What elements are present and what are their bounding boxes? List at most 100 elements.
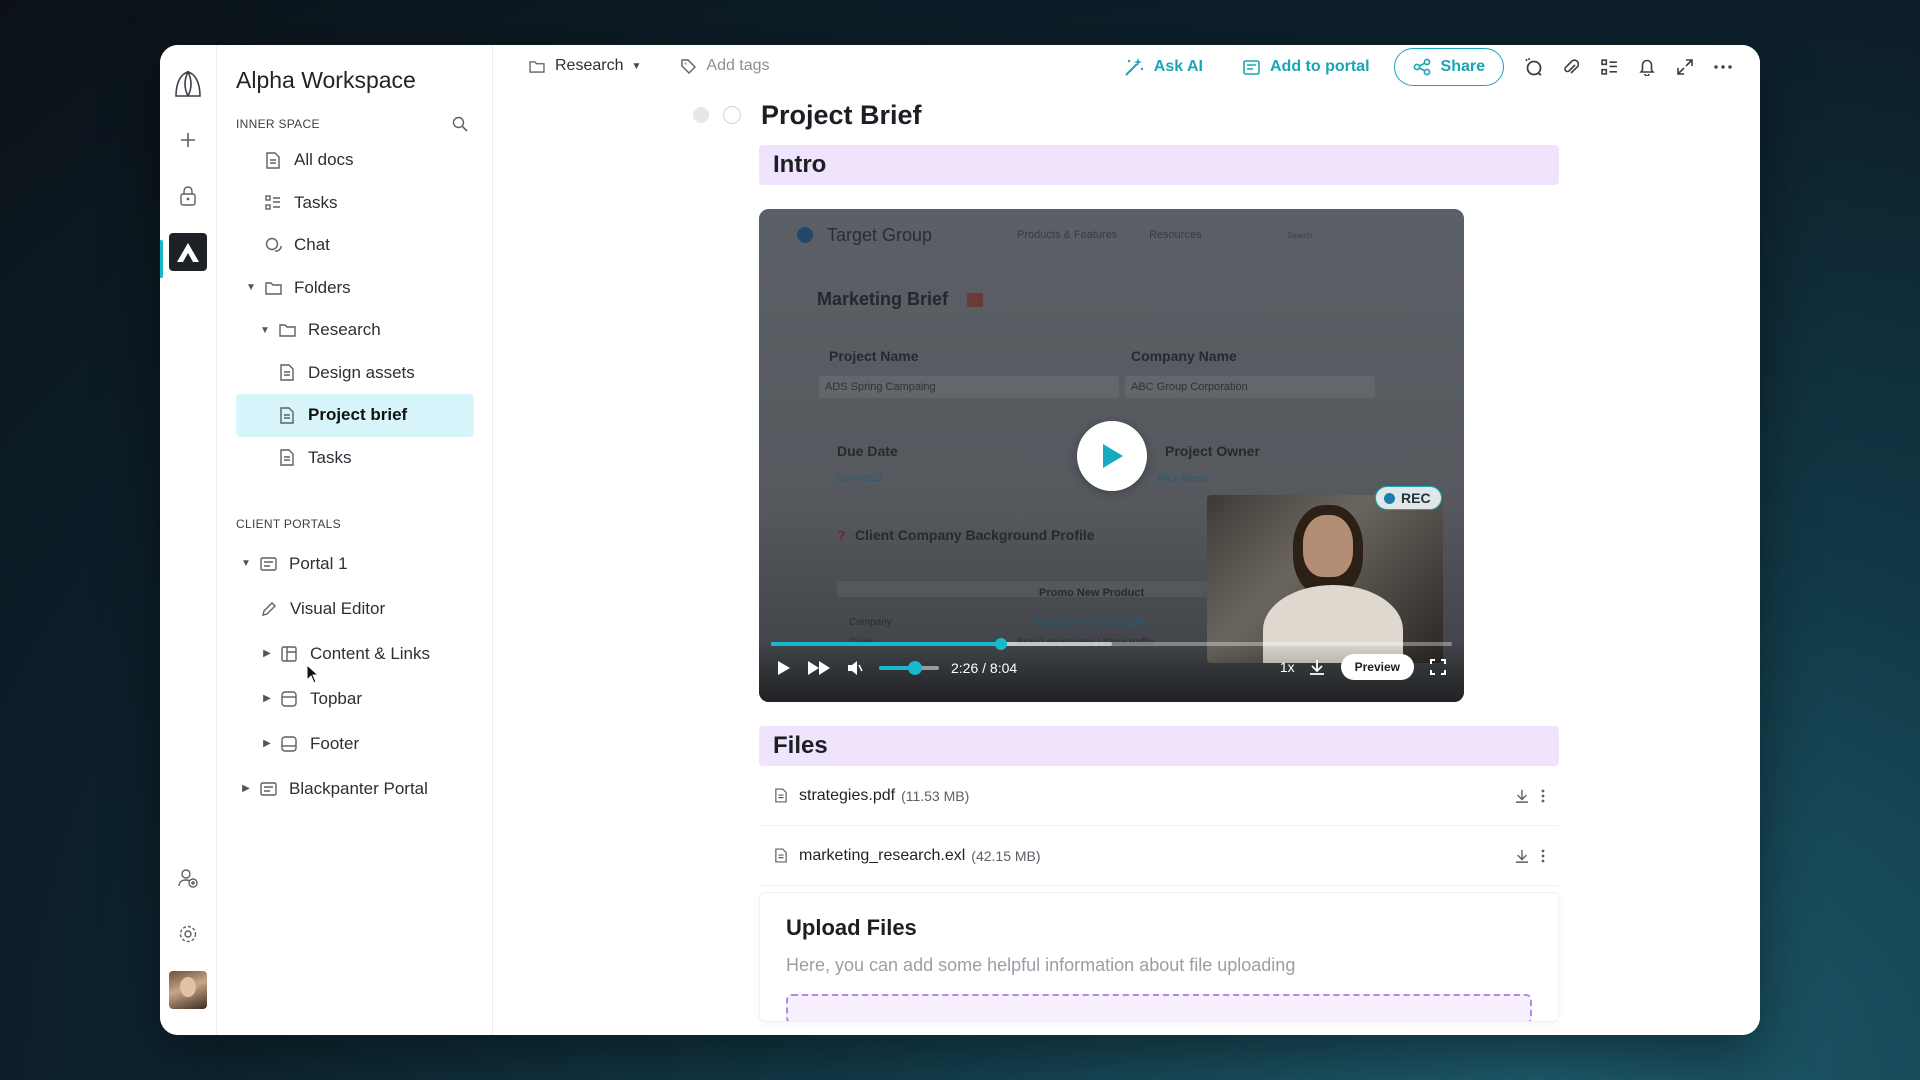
more-options-icon[interactable] <box>1704 48 1742 86</box>
sidebar-item-label: Research <box>308 320 381 340</box>
video-time: 2:26 / 8:04 <box>951 660 1018 676</box>
intro-heading[interactable]: Intro <box>759 145 1559 185</box>
files-heading[interactable]: Files <box>759 726 1559 766</box>
file-name[interactable]: marketing_research.exl <box>799 847 965 865</box>
sidebar-item-project-brief[interactable]: Project brief <box>236 394 474 437</box>
caret-right-icon[interactable]: ▶ <box>260 648 274 659</box>
sidebar-item-label: All docs <box>294 150 354 170</box>
kebab-menu-icon[interactable] <box>1541 789 1545 803</box>
comments-icon[interactable] <box>1514 48 1552 86</box>
volume-handle[interactable] <box>908 661 922 675</box>
add-tags[interactable]: Add tags <box>681 57 770 75</box>
volume-icon[interactable] <box>847 660 863 676</box>
sidebar-item-research[interactable]: ▼ Research <box>236 309 474 352</box>
screen-company-name-value: ABC Group Corporation <box>1131 381 1248 393</box>
mouse-cursor-icon <box>306 663 320 689</box>
preview-button[interactable]: Preview <box>1340 654 1414 680</box>
video-controls-right: 1x Preview <box>1280 654 1446 680</box>
fast-forward-icon[interactable] <box>807 660 831 676</box>
sidebar-item-blackpanter-portal[interactable]: ▶ Blackpanter Portal <box>236 766 474 811</box>
file-name[interactable]: strategies.pdf <box>799 787 895 805</box>
sidebar-item-label: Footer <box>310 733 360 753</box>
video-progress-bar[interactable] <box>771 638 1452 650</box>
screen-background-heading: Client Company Background Profile <box>855 527 1095 543</box>
volume-slider[interactable] <box>879 661 939 675</box>
webcam-person-face <box>1303 515 1353 577</box>
search-icon[interactable] <box>452 116 468 132</box>
sidebar-item-label: Project brief <box>308 405 408 425</box>
video-player[interactable]: Target Group Products & Features Resourc… <box>759 209 1464 702</box>
file-row[interactable]: strategies.pdf (11.53 MB) <box>759 766 1559 826</box>
sidebar-item-footer[interactable]: ▶ Footer <box>236 721 474 766</box>
settings-gear-icon[interactable] <box>169 915 207 953</box>
sidebar-item-content-links[interactable]: ▶ Content & Links <box>236 631 474 676</box>
caret-right-icon[interactable]: ▶ <box>260 738 274 749</box>
sidebar-item-label: Topbar <box>310 688 362 708</box>
playback-speed[interactable]: 1x <box>1280 659 1295 675</box>
screen-nav-item: Products & Features <box>1017 229 1118 241</box>
status-dot-icon[interactable] <box>693 107 709 123</box>
folder-icon <box>529 60 545 73</box>
sidebar-item-all-docs[interactable]: All docs <box>236 139 474 182</box>
caret-right-icon[interactable]: ▶ <box>260 693 274 704</box>
add-to-portal-button[interactable]: Add to portal <box>1243 58 1370 76</box>
workspace-switcher-icon[interactable] <box>169 233 207 271</box>
video-progress-fill <box>771 642 1002 646</box>
screen-brand: Target Group <box>827 225 933 245</box>
video-scrub-handle[interactable] <box>995 638 1008 650</box>
ask-ai-button[interactable]: Ask AI <box>1124 57 1203 77</box>
file-icon <box>775 788 787 803</box>
download-icon[interactable] <box>1515 849 1529 863</box>
breadcrumb[interactable]: Research ▼ <box>529 57 641 75</box>
play-button[interactable] <box>1077 421 1147 491</box>
app-logo-icon[interactable] <box>169 65 207 103</box>
magic-wand-icon <box>1124 57 1144 77</box>
caret-down-icon[interactable]: ▼ <box>239 558 253 569</box>
sidebar-item-label: Tasks <box>294 192 338 212</box>
share-button[interactable]: Share <box>1393 48 1504 86</box>
add-user-icon[interactable] <box>169 859 207 897</box>
screen-search: Search <box>1287 231 1313 240</box>
rec-badge: REC <box>1375 486 1442 510</box>
document-icon <box>278 406 296 424</box>
screen-row-company-value: Facebook + ADS Google <box>1035 617 1146 628</box>
sidebar-item-visual-editor[interactable]: Visual Editor <box>236 586 474 631</box>
record-dot-icon <box>1384 492 1395 504</box>
sidebar-item-folder-tasks[interactable]: Tasks <box>236 437 474 480</box>
caret-down-icon[interactable]: ▼ <box>244 282 258 293</box>
add-icon[interactable] <box>169 121 207 159</box>
play-icon[interactable] <box>777 660 791 676</box>
attachment-icon[interactable] <box>1552 48 1590 86</box>
kebab-menu-icon[interactable] <box>1541 849 1545 863</box>
user-avatar[interactable] <box>169 971 207 1009</box>
screen-promo-heading: Promo New Product <box>1039 587 1145 599</box>
upload-dropzone[interactable] <box>786 994 1532 1021</box>
video-controls: 2:26 / 8:04 1x Preview <box>759 638 1464 702</box>
download-icon[interactable] <box>1515 789 1529 803</box>
portal-icon <box>259 780 277 798</box>
screen-nav-item: Resources <box>1149 229 1202 241</box>
sidebar-item-tasks[interactable]: Tasks <box>236 182 474 225</box>
checklist-icon[interactable] <box>1590 48 1628 86</box>
lock-icon[interactable] <box>169 177 207 215</box>
screen-row <box>837 581 1207 597</box>
sidebar-item-folders[interactable]: ▼ Folders <box>236 267 474 310</box>
page-title[interactable]: Project Brief <box>761 100 922 131</box>
caret-down-icon[interactable]: ▼ <box>258 325 272 336</box>
portal-icon <box>1243 59 1260 75</box>
emoji-picker-icon[interactable] <box>723 106 741 124</box>
chat-icon <box>264 236 282 254</box>
sidebar-item-portal-1[interactable]: ▼ Portal 1 <box>236 541 474 586</box>
fullscreen-icon[interactable] <box>1430 659 1446 675</box>
file-row[interactable]: marketing_research.exl (42.15 MB) <box>759 826 1559 886</box>
sidebar-item-topbar[interactable]: ▶ Topbar <box>236 676 474 721</box>
sidebar-item-design-assets[interactable]: Design assets <box>236 352 474 395</box>
screen-project-name-value: ADS Spring Campaing <box>825 381 936 393</box>
sidebar-item-chat[interactable]: Chat <box>236 224 474 267</box>
play-icon <box>1103 444 1123 468</box>
rec-label: REC <box>1401 490 1431 506</box>
bell-icon[interactable] <box>1628 48 1666 86</box>
expand-icon[interactable] <box>1666 48 1704 86</box>
caret-right-icon[interactable]: ▶ <box>239 783 253 794</box>
download-icon[interactable] <box>1309 659 1325 675</box>
